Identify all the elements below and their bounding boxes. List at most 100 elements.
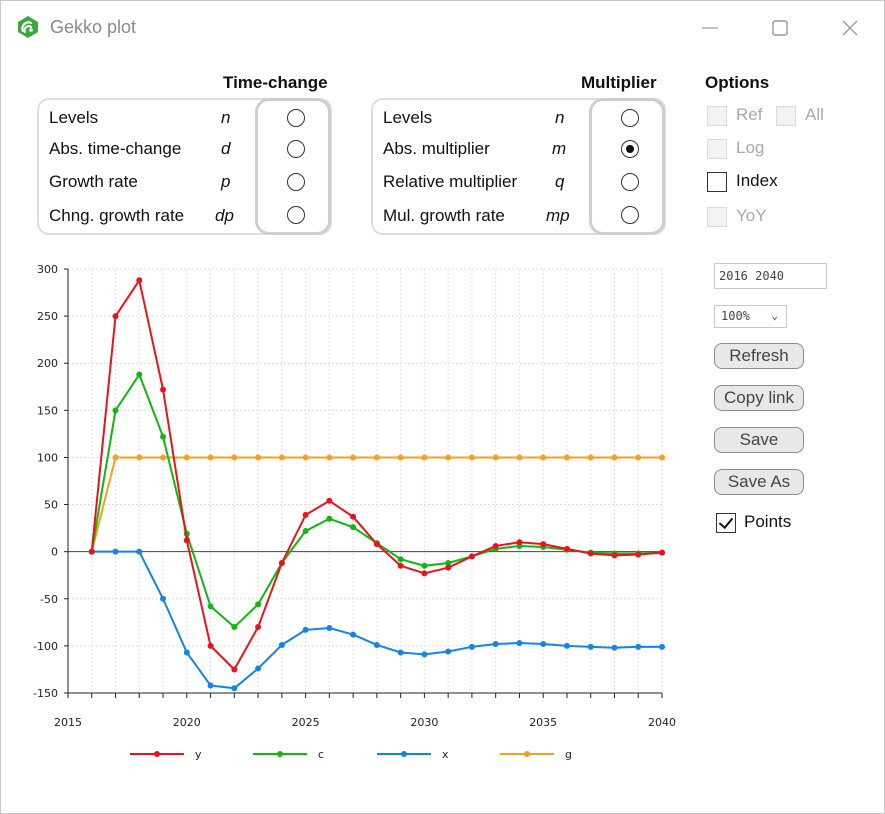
- data-point-y: [112, 313, 119, 320]
- multiplier-code: n: [555, 108, 565, 127]
- legend-marker-x: [401, 751, 407, 757]
- data-point-y: [326, 497, 333, 504]
- data-point-y: [136, 277, 143, 284]
- minimize-icon: [702, 27, 718, 29]
- radio-growth-rate[interactable]: [287, 173, 305, 191]
- checkbox-box: [776, 106, 796, 126]
- data-point-x: [207, 682, 214, 689]
- data-point-x: [516, 640, 523, 647]
- data-point-x: [302, 626, 309, 633]
- data-point-x: [635, 643, 642, 650]
- radio-mult-levels[interactable]: [621, 109, 639, 127]
- refresh-button[interactable]: Refresh: [714, 343, 804, 369]
- legend-label-x: x: [442, 748, 449, 761]
- multiplier-code: m: [552, 139, 567, 158]
- close-button[interactable]: [827, 11, 873, 43]
- time-change-code: n: [221, 108, 231, 127]
- data-point-y: [492, 543, 499, 550]
- data-point-c: [207, 603, 214, 610]
- legend-marker-g: [524, 751, 530, 757]
- data-point-g: [397, 454, 404, 461]
- data-point-y: [397, 562, 404, 569]
- data-point-g: [611, 454, 618, 461]
- points-label: Points: [744, 512, 792, 531]
- data-point-g: [207, 454, 214, 461]
- radio-chng-growth-rate[interactable]: [287, 206, 305, 224]
- time-change-row-chng-growth: Chng. growth rate dp: [49, 206, 249, 230]
- save-as-button[interactable]: Save As: [714, 469, 804, 495]
- time-change-code: p: [221, 172, 231, 191]
- data-point-g: [563, 454, 570, 461]
- time-change-code: d: [221, 139, 231, 158]
- period-input[interactable]: 2016 2040: [714, 263, 827, 289]
- data-point-x: [468, 643, 475, 650]
- data-point-c: [421, 562, 428, 569]
- x-tick-label: 2015: [54, 716, 82, 729]
- gekko-app-icon: [18, 16, 38, 38]
- options-title: Options: [705, 73, 770, 92]
- data-point-x: [373, 641, 380, 648]
- data-point-g: [445, 454, 452, 461]
- radio-mul-growth-rate[interactable]: [621, 206, 639, 224]
- data-point-g: [136, 454, 143, 461]
- data-point-x: [421, 651, 428, 658]
- time-change-label: Chng. growth rate: [49, 206, 185, 225]
- copy-link-button[interactable]: Copy link: [714, 385, 804, 411]
- data-point-y: [516, 539, 523, 546]
- data-point-g: [373, 454, 380, 461]
- zoom-select[interactable]: 100% ⌄: [714, 305, 787, 328]
- multiplier-label: Relative multiplier: [383, 172, 518, 191]
- radio-levels[interactable]: [287, 109, 305, 127]
- radio-abs-time-change[interactable]: [287, 140, 305, 158]
- data-point-g: [326, 454, 333, 461]
- data-point-y: [635, 551, 642, 558]
- multiplier-row-levels: Levels n: [383, 108, 583, 132]
- data-point-x: [255, 665, 262, 672]
- x-tick-label: 2035: [529, 716, 557, 729]
- maximize-button[interactable]: [757, 11, 803, 43]
- data-point-x: [112, 548, 119, 555]
- data-point-y: [611, 552, 618, 559]
- data-point-y: [563, 545, 570, 552]
- radio-abs-multiplier[interactable]: [621, 140, 639, 158]
- data-point-y: [160, 386, 167, 393]
- data-point-y: [373, 541, 380, 548]
- data-point-c: [231, 624, 238, 631]
- multiplier-row-abs: Abs. multiplier m: [383, 139, 583, 163]
- line-chart: -150 -100 -50 0 50 100 150 200 250 300 2015 2020 202…: [33, 263, 676, 761]
- data-point-y: [302, 511, 309, 518]
- series-line-x: [91, 550, 662, 690]
- multiplier-radio-group: [589, 98, 665, 235]
- data-point-x: [492, 641, 499, 648]
- data-point-x: [540, 641, 547, 648]
- time-change-radio-group: [255, 98, 331, 235]
- legend-label-g: g: [565, 748, 572, 761]
- x-tick-label: 2040: [648, 716, 676, 729]
- checkbox-box: [707, 106, 727, 126]
- log-label: Log: [736, 138, 765, 157]
- x-tick-label: 2030: [410, 716, 438, 729]
- y-tick-label: 250: [37, 310, 58, 323]
- legend-label-y: y: [195, 748, 202, 761]
- radio-relative-multiplier[interactable]: [621, 173, 639, 191]
- x-tick-label: 2020: [173, 716, 201, 729]
- data-point-y: [540, 541, 547, 548]
- data-point-c: [136, 371, 143, 378]
- title-bar[interactable]: Gekko plot: [1, 1, 884, 53]
- time-change-title: Time-change: [223, 73, 328, 92]
- time-change-label: Growth rate: [49, 172, 138, 191]
- data-point-x: [659, 643, 665, 650]
- data-point-y: [587, 550, 594, 557]
- data-point-y: [468, 553, 475, 560]
- save-button[interactable]: Save: [714, 427, 804, 453]
- close-icon: [842, 20, 858, 36]
- time-change-code: dp: [215, 206, 234, 225]
- minimize-button[interactable]: [687, 11, 733, 43]
- legend-label-c: c: [318, 748, 324, 761]
- data-point-g: [540, 454, 547, 461]
- multiplier-row-mul-growth: Mul. growth rate mp: [383, 206, 583, 230]
- data-point-g: [112, 454, 119, 461]
- data-point-x: [326, 624, 333, 631]
- legend-marker-c: [277, 751, 283, 757]
- yoy-label: YoY: [736, 206, 767, 225]
